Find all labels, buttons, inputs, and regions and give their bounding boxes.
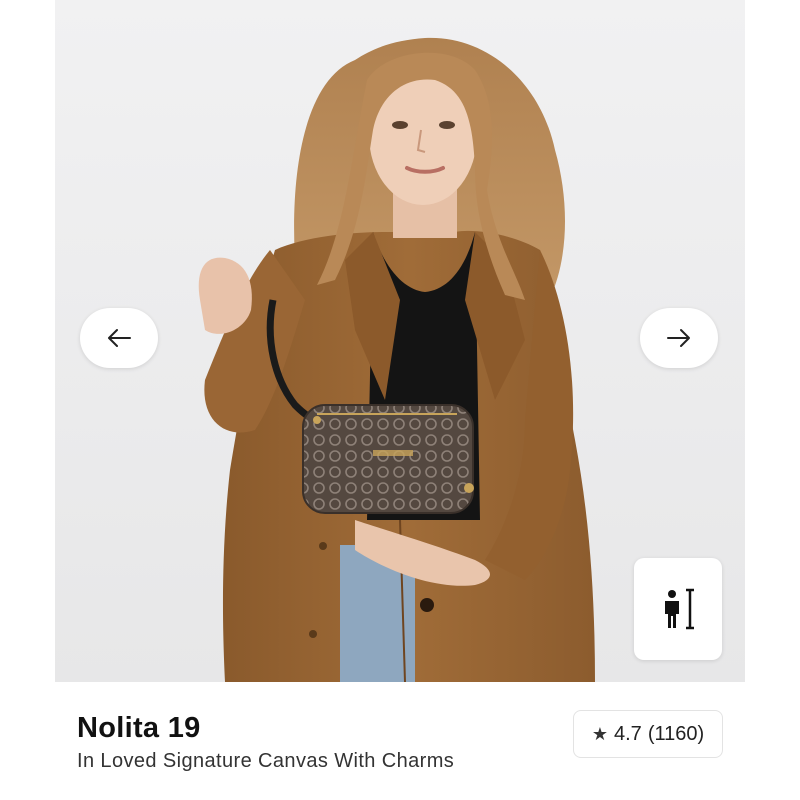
rating-score: 4.7 bbox=[614, 722, 642, 745]
next-image-button[interactable] bbox=[640, 308, 718, 368]
arrow-left-icon bbox=[108, 329, 131, 347]
size-guide-button[interactable] bbox=[634, 558, 722, 660]
product-subtitle: In Loved Signature Canvas With Charms bbox=[77, 750, 455, 772]
product-title: Nolita 19 bbox=[77, 712, 201, 744]
product-image-gallery[interactable] bbox=[55, 0, 745, 682]
size-guide-person-icon bbox=[665, 588, 694, 630]
star-icon: ★ bbox=[591, 723, 608, 744]
rating-badge[interactable]: ★ 4.7 (1160) bbox=[573, 710, 723, 758]
review-count: (1160) bbox=[647, 722, 705, 745]
product-info: Nolita 19 In Loved Signature Canvas With… bbox=[55, 682, 745, 800]
arrow-right-icon bbox=[667, 329, 690, 347]
previous-image-button[interactable] bbox=[80, 308, 158, 368]
